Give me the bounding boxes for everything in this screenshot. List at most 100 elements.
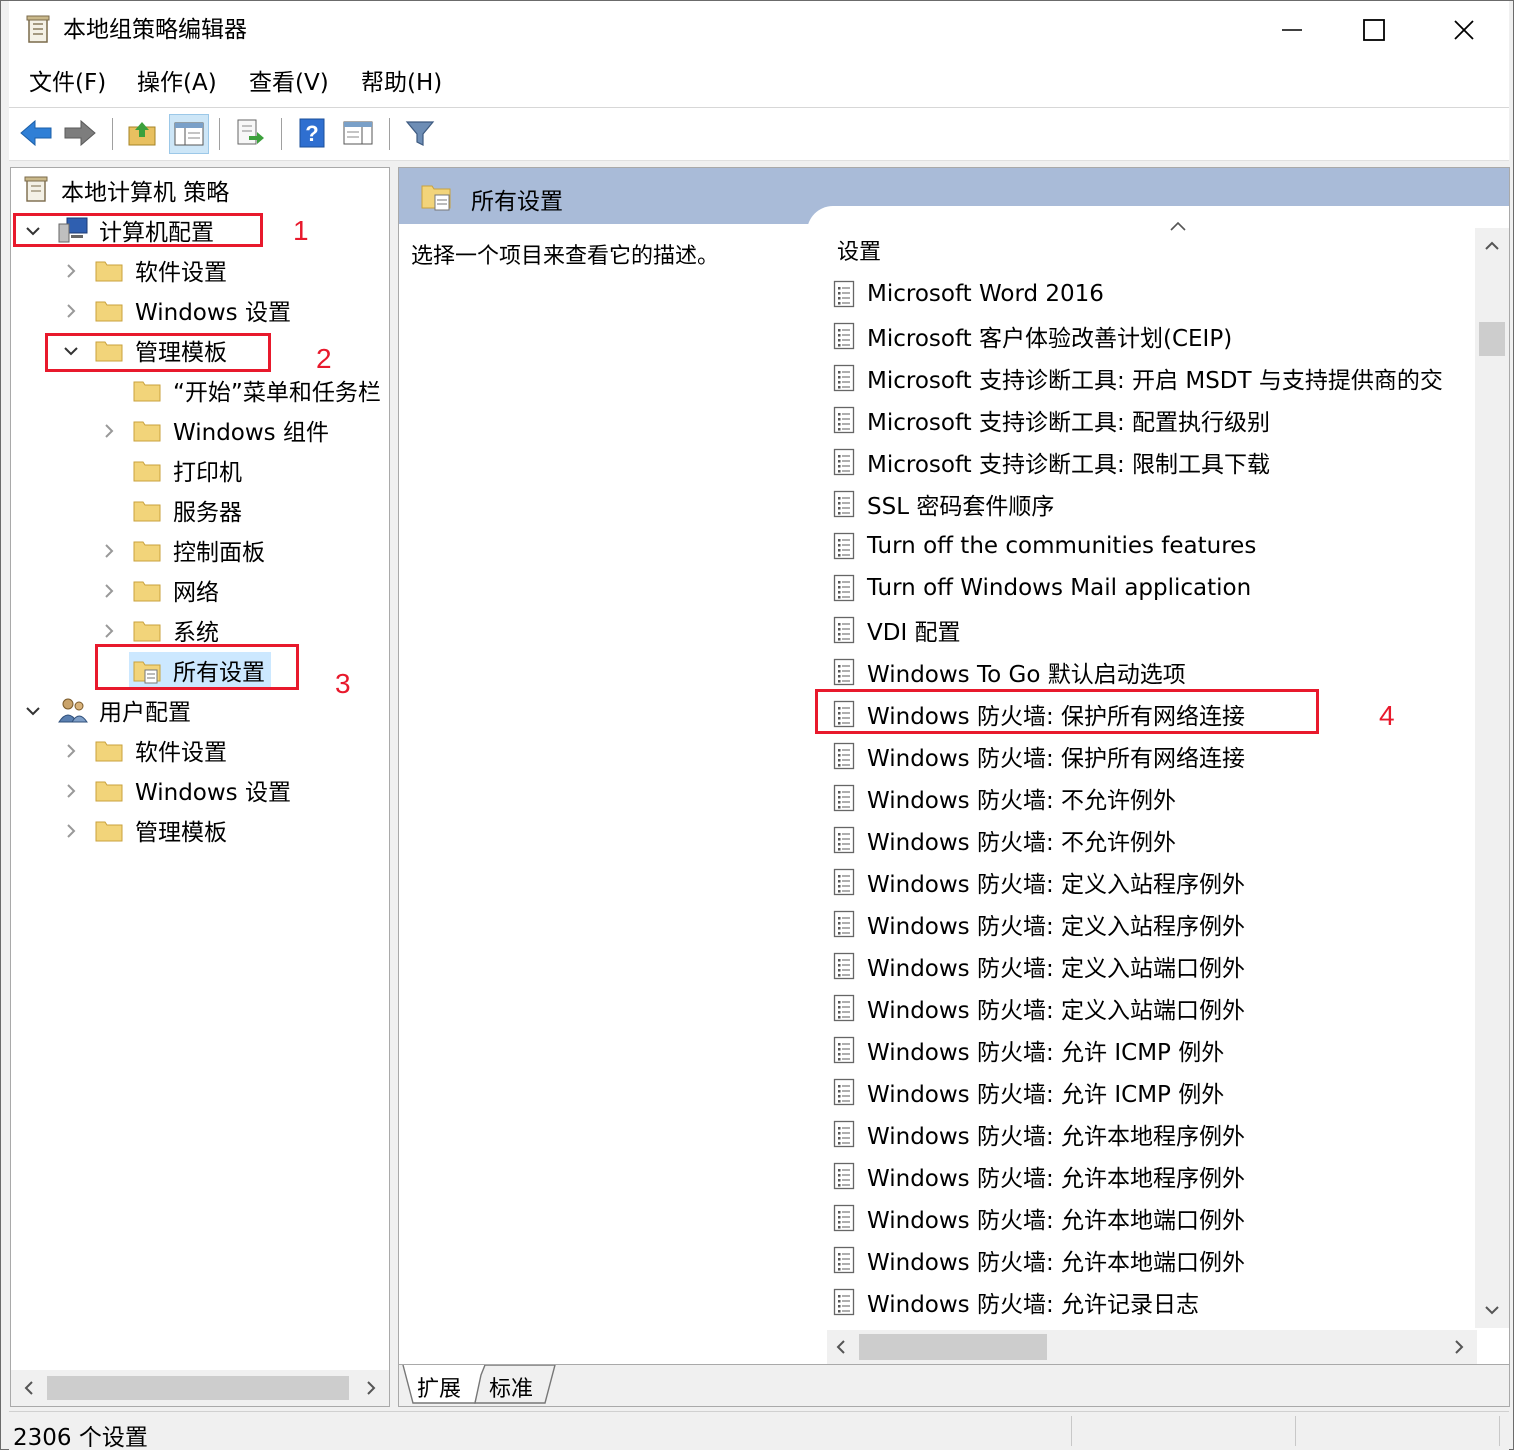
setting-row-label: Windows 防火墙: 允许本地程序例外: [867, 1166, 1246, 1192]
chevron-right-icon[interactable]: [101, 623, 117, 639]
folder-icon: [95, 298, 123, 322]
document-icon: [833, 784, 855, 812]
setting-row[interactable]: Microsoft Word 2016: [833, 274, 1104, 314]
menu-action[interactable]: 操作(A): [137, 69, 217, 97]
setting-row-label: Windows 防火墙: 允许 ICMP 例外: [867, 1040, 1225, 1066]
scroll-right-icon[interactable]: [363, 1380, 379, 1396]
chevron-right-icon[interactable]: [101, 543, 117, 559]
setting-row[interactable]: Windows 防火墙: 不允许例外: [833, 820, 1176, 860]
tree-at-system[interactable]: 系统: [133, 612, 219, 648]
document-icon: [833, 1120, 855, 1148]
chevron-right-icon[interactable]: [63, 263, 79, 279]
up-one-level-button[interactable]: [123, 114, 161, 152]
setting-row[interactable]: Windows To Go 默认启动选项: [833, 652, 1186, 692]
close-button[interactable]: [1419, 1, 1509, 59]
forward-button[interactable]: [61, 114, 99, 152]
setting-row[interactable]: Microsoft 支持诊断工具: 开启 MSDT 与支持提供商的交: [833, 358, 1443, 398]
setting-row[interactable]: VDI 配置: [833, 610, 961, 650]
maximize-button[interactable]: [1329, 1, 1419, 59]
setting-row[interactable]: Microsoft 客户体验改善计划(CEIP): [833, 316, 1232, 356]
tree-at-controlpanel[interactable]: 控制面板: [133, 532, 265, 568]
tab-extended[interactable]: 扩展: [417, 1371, 461, 1403]
setting-row-label: VDI 配置: [867, 620, 961, 646]
menu-help[interactable]: 帮助(H): [361, 69, 442, 97]
chevron-right-icon[interactable]: [101, 423, 117, 439]
setting-row[interactable]: Windows 防火墙: 允许 ICMP 例外: [833, 1030, 1224, 1070]
scroll-left-icon[interactable]: [21, 1380, 37, 1396]
scroll-right-icon[interactable]: [1451, 1339, 1467, 1355]
chevron-right-icon[interactable]: [63, 303, 79, 319]
setting-row[interactable]: Microsoft 支持诊断工具: 配置执行级别: [833, 400, 1270, 440]
description-text: 选择一个项目来查看它的描述。: [411, 244, 720, 269]
setting-row[interactable]: Turn off the communities features: [833, 526, 1256, 566]
tree-cc-windows[interactable]: Windows 设置: [95, 292, 291, 328]
horizontal-scrollbar[interactable]: [827, 1330, 1477, 1364]
menu-file[interactable]: 文件(F): [29, 69, 106, 97]
setting-row[interactable]: SSL 密码套件顺序: [833, 484, 1054, 524]
setting-row-label: Windows 防火墙: 定义入站端口例外: [867, 956, 1246, 982]
setting-row[interactable]: Windows 防火墙: 允许本地端口例外: [833, 1240, 1245, 1280]
tree-at-printer[interactable]: 打印机: [133, 452, 242, 488]
setting-row[interactable]: Windows 防火墙: 定义入站端口例外: [833, 988, 1245, 1028]
setting-row[interactable]: Windows 防火墙: 定义入站端口例外: [833, 946, 1245, 986]
tree-horizontal-scrollbar[interactable]: [11, 1370, 389, 1406]
tab-standard[interactable]: 标准: [489, 1371, 533, 1403]
vertical-scrollbar[interactable]: [1475, 228, 1509, 1328]
setting-row[interactable]: Windows 防火墙: 允许记录日志: [833, 1282, 1199, 1322]
setting-row[interactable]: Windows 防火墙: 定义入站程序例外: [833, 862, 1245, 902]
setting-row-label: Windows 防火墙: 允许 ICMP 例外: [867, 1082, 1225, 1108]
tree-at-printer-label: 打印机: [173, 460, 242, 486]
setting-row[interactable]: Windows 防火墙: 允许本地端口例外: [833, 1198, 1245, 1238]
chevron-right-icon[interactable]: [63, 743, 79, 759]
tree-at-server[interactable]: 服务器: [133, 492, 242, 528]
chevron-right-icon[interactable]: [63, 783, 79, 799]
minimize-button[interactable]: [1247, 1, 1337, 59]
app-icon: [26, 15, 50, 43]
all-settings-folder-icon: [421, 185, 451, 211]
tree-uc-admin-label: 管理模板: [135, 820, 227, 846]
document-icon: [833, 364, 855, 392]
document-icon: [833, 1204, 855, 1232]
scroll-up-icon[interactable]: [1484, 238, 1500, 254]
tree-scroll-thumb[interactable]: [47, 1376, 349, 1400]
scroll-down-icon[interactable]: [1484, 1302, 1500, 1318]
setting-row[interactable]: Microsoft 支持诊断工具: 限制工具下载: [833, 442, 1270, 482]
setting-row[interactable]: Turn off Windows Mail application: [833, 568, 1251, 608]
setting-row[interactable]: Windows 防火墙: 保护所有网络连接: [833, 736, 1245, 776]
tree-at-network[interactable]: 网络: [133, 572, 219, 608]
maximize-icon: [1363, 19, 1385, 41]
chevron-down-icon[interactable]: [25, 703, 41, 719]
setting-row-label: Microsoft 支持诊断工具: 配置执行级别: [867, 410, 1271, 436]
setting-row[interactable]: Windows 防火墙: 允许本地程序例外: [833, 1114, 1245, 1154]
back-button[interactable]: [17, 114, 55, 152]
tree-uc-admin[interactable]: 管理模板: [95, 812, 227, 848]
tree-uc-windows[interactable]: Windows 设置: [95, 772, 291, 808]
show-hide-tree-button[interactable]: [169, 114, 209, 154]
export-icon: [237, 119, 264, 145]
tree-cc-software[interactable]: 软件设置: [95, 252, 227, 288]
chevron-right-icon[interactable]: [101, 583, 117, 599]
filter-button[interactable]: [401, 114, 439, 152]
export-list-button[interactable]: [231, 114, 269, 152]
horizontal-scroll-thumb[interactable]: [859, 1334, 1047, 1360]
tree-root-label: 本地计算机 策略: [61, 180, 230, 206]
tree-uc-software[interactable]: 软件设置: [95, 732, 227, 768]
setting-row[interactable]: Windows 防火墙: 不允许例外: [833, 778, 1176, 818]
vertical-scroll-thumb[interactable]: [1479, 322, 1505, 356]
document-icon: [833, 322, 855, 350]
folder-icon: [133, 458, 161, 482]
tree-root[interactable]: 本地计算机 策略: [23, 172, 229, 208]
tree-at-start-label: “开始”菜单和任务栏: [173, 380, 381, 406]
setting-row[interactable]: Windows 防火墙: 允许本地程序例外: [833, 1156, 1245, 1196]
tree-at-wincomp[interactable]: Windows 组件: [133, 412, 329, 448]
scroll-left-icon[interactable]: [833, 1339, 849, 1355]
chevron-right-icon[interactable]: [63, 823, 79, 839]
view-button[interactable]: [339, 114, 377, 152]
help-button[interactable]: ?: [293, 114, 331, 152]
tree-user-config[interactable]: 用户配置: [57, 692, 191, 728]
setting-row[interactable]: Windows 防火墙: 定义入站程序例外: [833, 904, 1245, 944]
column-header-setting[interactable]: 设置: [837, 234, 881, 266]
setting-row[interactable]: Windows 防火墙: 允许 ICMP 例外: [833, 1072, 1224, 1112]
tree-at-start[interactable]: “开始”菜单和任务栏: [133, 372, 381, 408]
menu-view[interactable]: 查看(V): [249, 69, 329, 97]
